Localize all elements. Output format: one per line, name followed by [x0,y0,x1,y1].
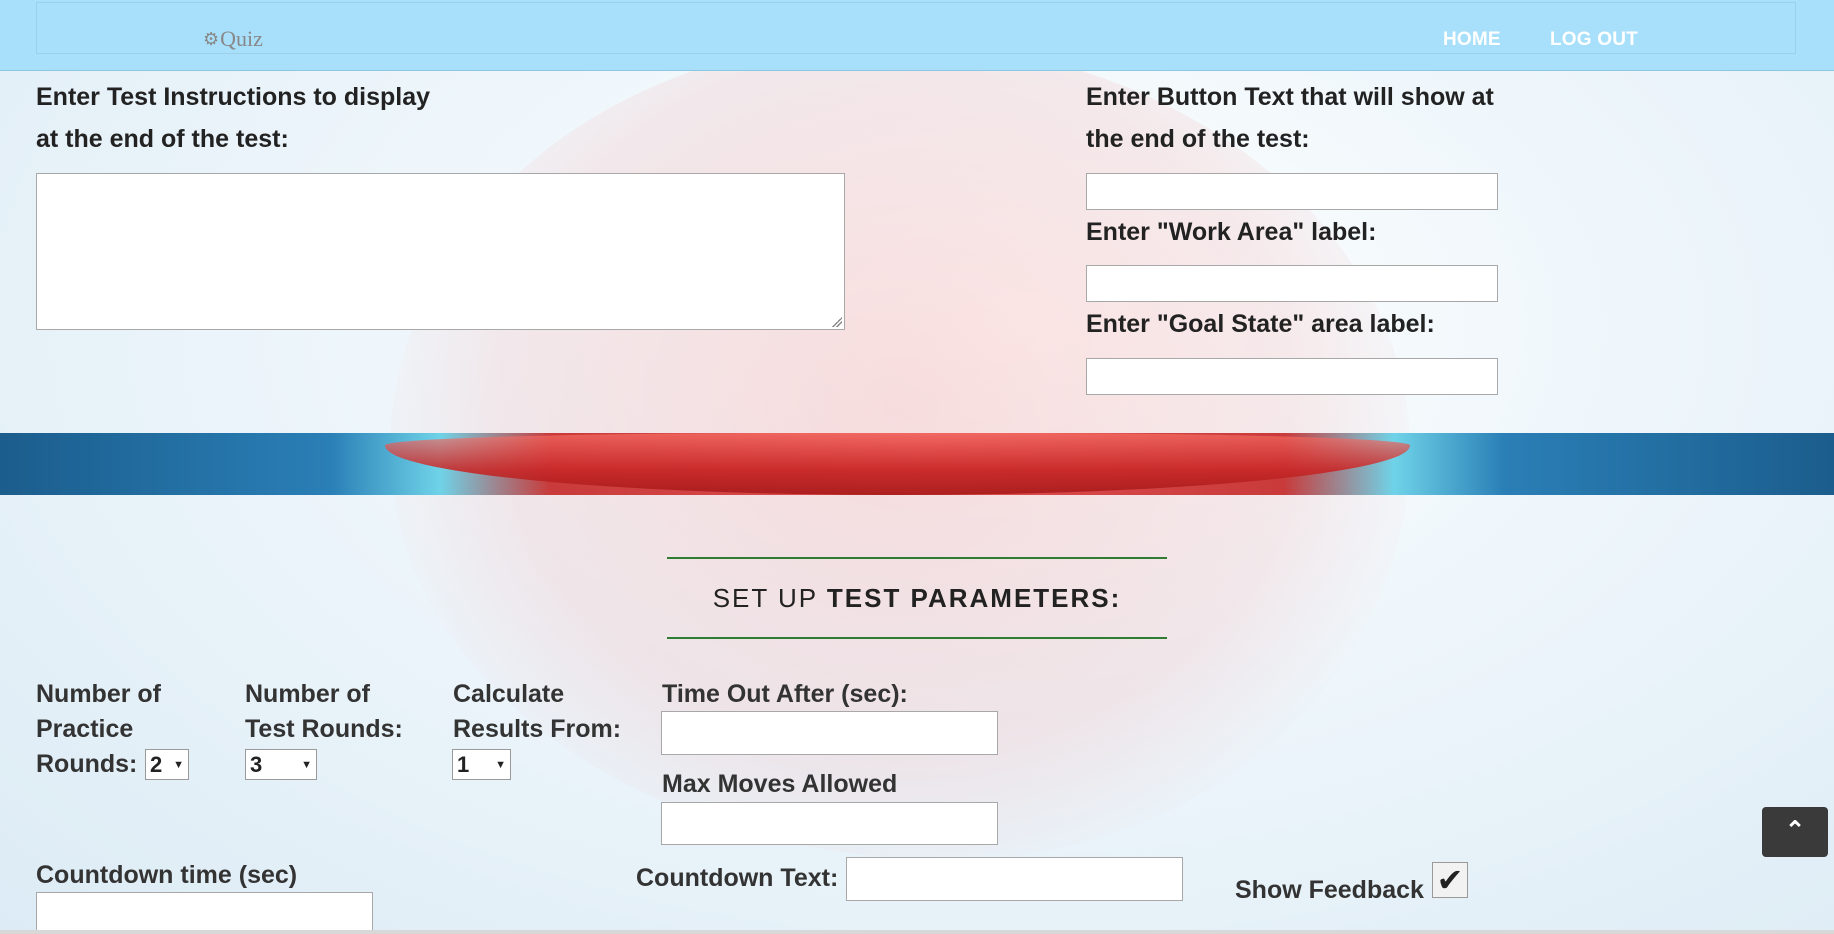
dropdown-caret-icon: ▼ [301,758,312,771]
test-rounds-label-line2: Test Rounds: [245,715,403,743]
max-moves-input[interactable] [661,802,998,845]
test-rounds-label-line1: Number of [245,680,370,708]
end-instructions-textarea[interactable] [36,173,845,330]
goal-state-label: Enter "Goal State" area label: [1086,310,1435,338]
page-bottom-edge [0,930,1834,934]
test-rounds-value: 3 [250,751,263,777]
practice-rounds-select[interactable]: 2 ▼ [145,749,189,780]
button-text-input[interactable] [1086,173,1498,210]
practice-rounds-value: 2 [150,751,163,777]
countdown-time-input[interactable] [36,892,373,934]
button-text-label-line1: Enter Button Text that will show at [1086,83,1494,111]
calculate-label-line1: Calculate [453,680,565,708]
countdown-text-label: Countdown Text: [636,864,839,892]
nav-home-link[interactable]: HOME [1443,29,1501,51]
practice-rounds-label-line3: Rounds: [36,750,138,778]
end-instructions-label-line2: at the end of the test: [36,125,289,153]
work-area-input[interactable] [1086,265,1498,302]
timeout-input[interactable] [661,711,998,755]
work-area-label: Enter "Work Area" label: [1086,218,1377,246]
timeout-label: Time Out After (sec): [662,680,908,708]
end-instructions-label-line1: Enter Test Instructions to display [36,83,431,111]
checkmark-icon: ✔ [1436,862,1464,898]
countdown-text-input[interactable] [846,857,1183,901]
dropdown-caret-icon: ▼ [495,758,506,771]
section-rule-bottom [667,637,1167,639]
calculate-results-select[interactable]: 1 ▼ [452,749,511,780]
section-title-bold: TEST PARAMETERS: [826,583,1122,613]
scroll-to-top-button[interactable]: ⌃ [1762,807,1828,857]
section-title: SET UP TEST PARAMETERS: [667,583,1167,614]
navbar-inner [36,2,1796,54]
countdown-time-label: Countdown time (sec) [36,861,298,889]
show-feedback-checkbox[interactable]: ✔ [1432,862,1468,898]
calculate-label-line2: Results From: [453,715,622,743]
gears-icon: ⚙ [203,28,220,49]
test-rounds-select[interactable]: 3 ▼ [245,749,317,780]
button-text-label-line2: the end of the test: [1086,125,1310,153]
practice-rounds-label-line2: Practice [36,715,134,743]
practice-rounds-label-line1: Number of [36,680,161,708]
show-feedback-label: Show Feedback [1235,876,1424,904]
max-moves-label: Max Moves Allowed [662,770,898,798]
brand-text: Quiz [220,26,263,51]
brand-logo[interactable]: ⚙ Quiz [203,26,263,52]
resize-grip-icon[interactable] [832,317,842,327]
goal-state-input[interactable] [1086,358,1498,395]
calculate-results-value: 1 [457,751,470,777]
chevron-up-icon: ⌃ [1784,817,1806,844]
nav-logout-link[interactable]: LOG OUT [1550,29,1638,51]
dropdown-caret-icon: ▼ [173,758,184,771]
navbar: ⚙ Quiz HOME LOG OUT [0,0,1834,71]
section-title-light: SET UP [712,583,827,613]
section-rule-top [667,557,1167,559]
